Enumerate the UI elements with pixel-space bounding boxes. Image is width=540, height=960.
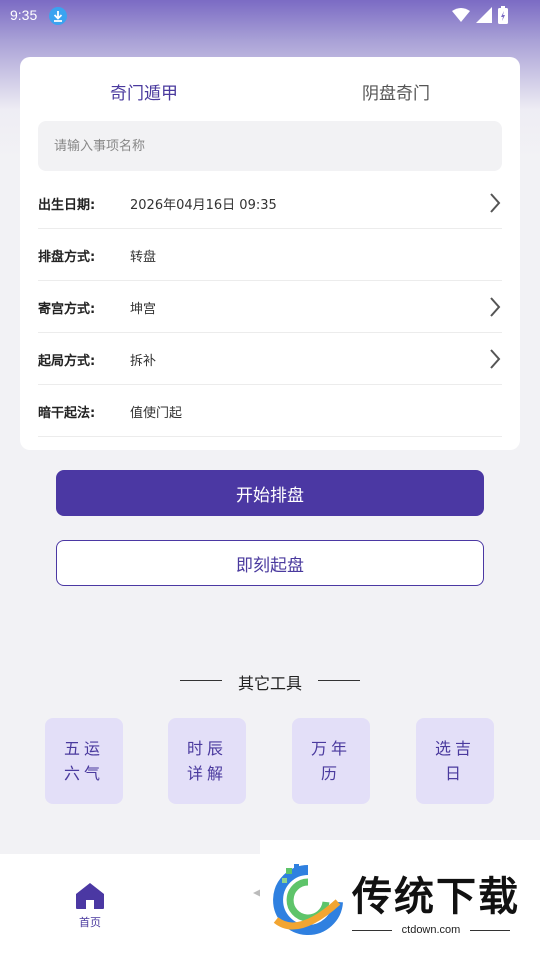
signal-icon bbox=[476, 7, 492, 23]
row-birth-date[interactable]: 出生日期: 2026年04月16日 09:35 bbox=[38, 177, 502, 229]
chevron-right-icon bbox=[490, 297, 501, 317]
row-value: 2026年04月16日 09:35 bbox=[130, 198, 277, 213]
watermark-logo-icon bbox=[273, 864, 343, 935]
divider bbox=[470, 930, 510, 931]
watermark-overlay: 传统下载 ctdown.com bbox=[260, 840, 540, 946]
nav-home-label: 首页 bbox=[79, 916, 101, 929]
tool-label-line2: 六气 bbox=[63, 764, 104, 783]
status-time: 9:35 bbox=[10, 7, 38, 23]
tool-label-line1: 选吉 bbox=[434, 739, 475, 758]
other-tools-header: 其它工具 bbox=[180, 670, 360, 693]
row-value: 转盘 bbox=[130, 250, 157, 265]
row-label: 寄宫方式: bbox=[38, 302, 96, 317]
row-palace-method[interactable]: 寄宫方式: 坤宫 bbox=[38, 281, 502, 333]
start-layout-button[interactable]: 开始排盘 bbox=[56, 470, 484, 516]
row-value: 拆补 bbox=[130, 354, 157, 369]
other-tools-title: 其它工具 bbox=[237, 674, 302, 693]
instant-layout-button[interactable]: 即刻起盘 bbox=[56, 540, 484, 586]
system-icons bbox=[452, 6, 508, 24]
tool-perpetual-calendar[interactable]: 万年 历 bbox=[292, 718, 370, 804]
tool-label-line2: 日 bbox=[444, 764, 465, 783]
tool-label-line2: 详解 bbox=[186, 764, 227, 783]
tool-label-line1: 五运 bbox=[63, 739, 104, 758]
row-value: 值使门起 bbox=[130, 406, 183, 421]
settings-card: 奇门遁甲 阴盘奇门 出生日期: 2026年04月16日 09:35 排盘方式: … bbox=[20, 57, 520, 450]
tab-qimen-dunjia[interactable]: 奇门遁甲 bbox=[110, 79, 178, 104]
tool-auspicious-day[interactable]: 选吉 日 bbox=[416, 718, 494, 804]
tool-label-line2: 历 bbox=[320, 764, 341, 783]
status-bar: 9:35 bbox=[0, 0, 540, 32]
row-value: 坤宫 bbox=[130, 302, 157, 317]
chevron-right-icon bbox=[490, 349, 501, 369]
watermark-brand: 传统下载 bbox=[352, 874, 520, 920]
row-label: 排盘方式: bbox=[38, 250, 96, 265]
wifi-icon bbox=[452, 8, 470, 22]
tool-label-line1: 时辰 bbox=[186, 739, 227, 758]
home-icon bbox=[76, 883, 104, 909]
row-label: 暗干起法: bbox=[38, 406, 96, 421]
row-hidden-stem[interactable]: 暗干起法: 值使门起 bbox=[38, 385, 502, 437]
row-label: 出生日期: bbox=[38, 198, 96, 213]
divider bbox=[318, 680, 360, 681]
tool-label-line1: 万年 bbox=[310, 739, 351, 758]
download-icon bbox=[49, 7, 67, 25]
tool-shichen[interactable]: 时辰 详解 bbox=[168, 718, 246, 804]
row-label: 起局方式: bbox=[38, 354, 96, 369]
tab-yinpan-qimen[interactable]: 阴盘奇门 bbox=[362, 79, 430, 104]
battery-icon bbox=[498, 6, 508, 24]
nav-item-home[interactable]: 首页 bbox=[72, 882, 108, 934]
tool-wuyun-liuqi[interactable]: 五运 六气 bbox=[45, 718, 123, 804]
row-layout-method[interactable]: 排盘方式: 转盘 bbox=[38, 229, 502, 281]
event-name-input[interactable] bbox=[38, 121, 502, 171]
chevron-right-icon bbox=[490, 193, 501, 213]
row-start-method[interactable]: 起局方式: 拆补 bbox=[38, 333, 502, 385]
